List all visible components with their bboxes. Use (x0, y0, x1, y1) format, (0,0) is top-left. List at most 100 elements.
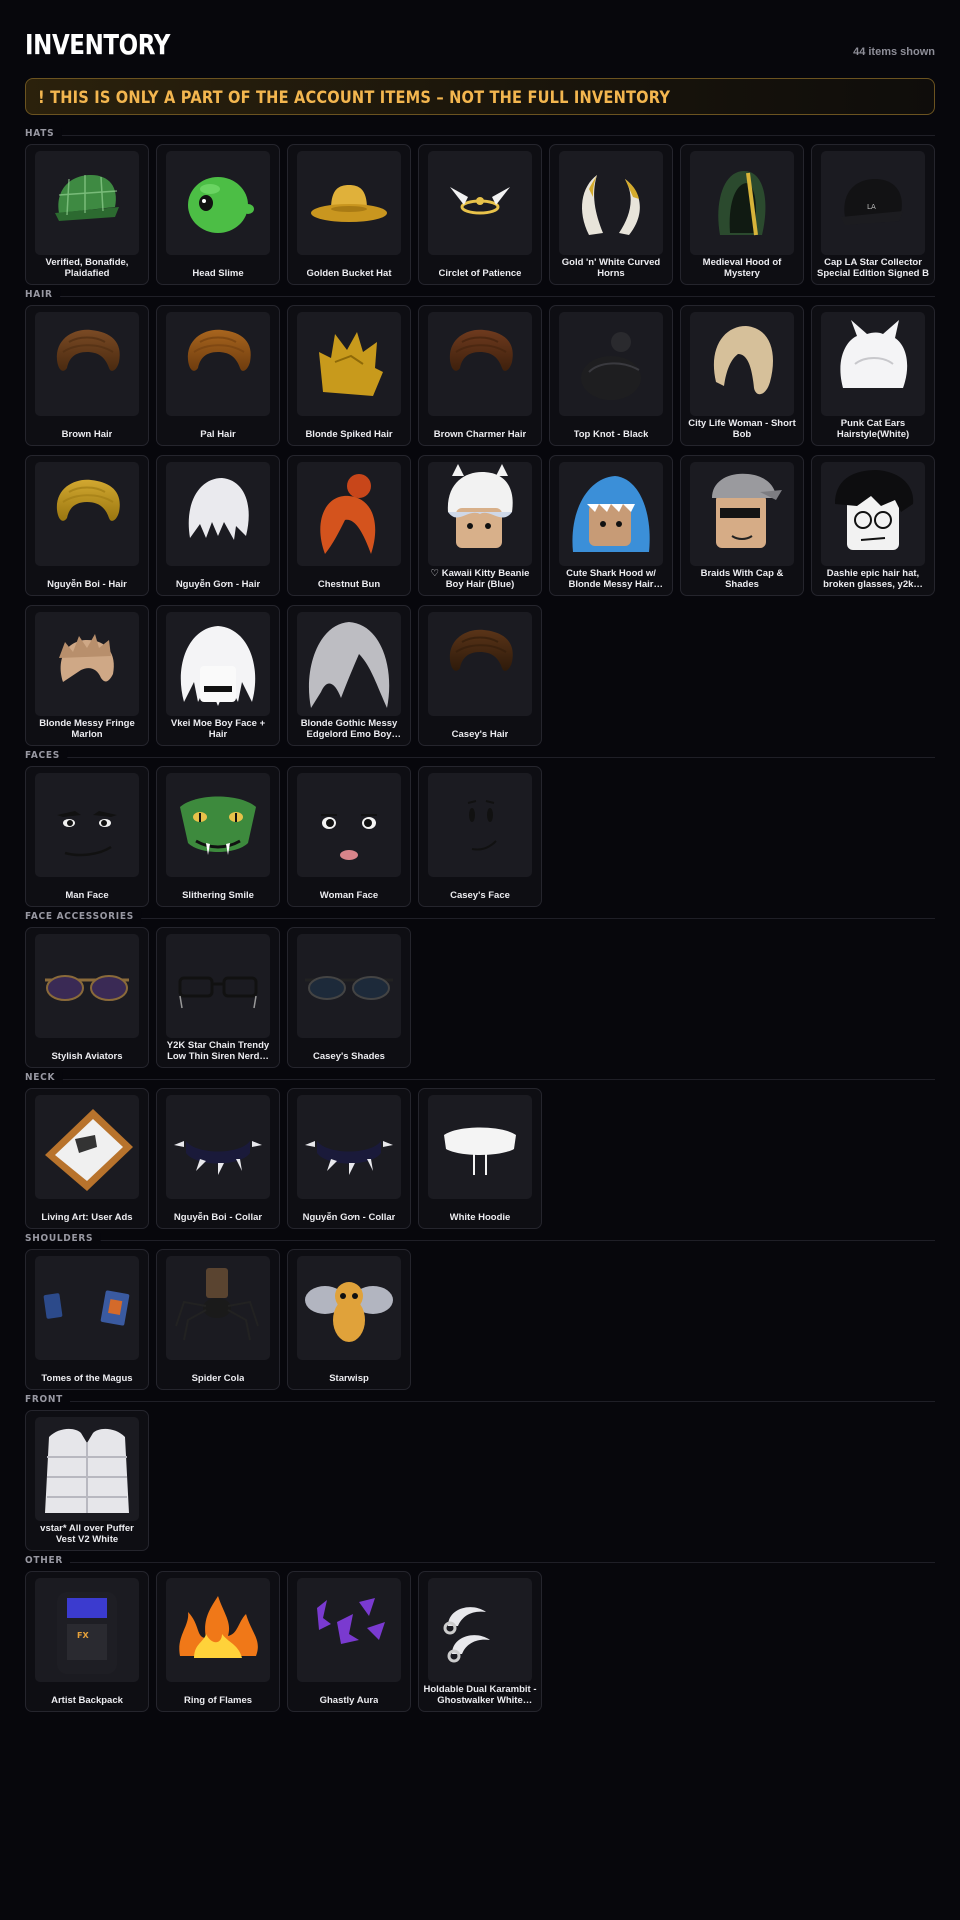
item-name-text: Brown Hair (61, 429, 113, 440)
section-front: FRONT vstar* All over Puffer Vest V2 Whit… (25, 1394, 935, 1560)
item-name: vstar* All over Puffer Vest V2 White (30, 1523, 144, 1545)
item-name: Casey's Hair (423, 718, 537, 740)
hoodie-icon (428, 1095, 532, 1199)
item-card[interactable]: Golden Bucket Hat (287, 144, 411, 285)
glasses-hair-icon (821, 462, 925, 566)
bun-hair-icon (297, 462, 401, 566)
item-name: Tomes of the Magus (30, 1362, 144, 1384)
item-card[interactable]: Man Face (25, 766, 149, 907)
item-card[interactable]: Nguyễn Gơn - Hair (156, 455, 280, 596)
spider-icon (166, 1256, 270, 1360)
item-name-text: Verified, Bonafide, Plaidafied (45, 257, 129, 279)
bob-hair-icon (690, 312, 794, 416)
item-name: Golden Bucket Hat (292, 257, 406, 279)
item-card[interactable]: Gold 'n' White Curved Horns (549, 144, 673, 285)
item-name: Woman Face (292, 879, 406, 901)
section-divider (25, 1240, 935, 1241)
section-divider (25, 1401, 935, 1402)
hood-icon (690, 151, 794, 255)
item-card[interactable]: Punk Cat Ears Hairstyle(White) (811, 305, 935, 446)
fairy-icon (297, 1256, 401, 1360)
item-card[interactable]: Y2K Star Chain Trendy Low Thin Siren Ner… (156, 927, 280, 1068)
item-card[interactable]: Casey's Face (418, 766, 542, 907)
messy-hair-icon (35, 612, 139, 716)
item-card[interactable]: Living Art: User Ads (25, 1088, 149, 1229)
item-card[interactable]: Cute Shark Hood w/ Blonde Messy Hair (Em… (549, 455, 673, 596)
item-card[interactable]: Nguyễn Boi - Collar (156, 1088, 280, 1229)
item-name-text: Golden Bucket Hat (306, 268, 392, 279)
item-name: Ghastly Aura (292, 1684, 406, 1706)
item-name: Casey's Face (423, 879, 537, 901)
item-name-text: Y2K Star Chain Trendy Low Thin Siren Ner… (166, 1040, 270, 1062)
section-header: FACE ACCESSORIES (25, 911, 935, 925)
emo-hair-icon (297, 612, 401, 716)
item-card[interactable]: Ghastly Aura (287, 1571, 411, 1712)
item-card[interactable]: Braids With Cap & Shades (680, 455, 804, 596)
item-card[interactable]: Nguyễn Boi - Hair (25, 455, 149, 596)
item-name: ♡ Kawaii Kitty Beanie Boy Hair (Blue) (423, 568, 537, 590)
item-card[interactable]: Pal Hair (156, 305, 280, 446)
item-name: Circlet of Patience (423, 257, 537, 279)
item-card[interactable]: LA Cap LA Star Collector Special Edition … (811, 144, 935, 285)
section-shoulders: SHOULDERS Tomes of the Magus Spider Cola St… (25, 1233, 935, 1399)
item-card[interactable]: Dashie epic hair hat, broken glasses, y2… (811, 455, 935, 596)
glasses-icon (166, 934, 270, 1038)
item-name-text: Casey's Face (450, 890, 510, 901)
item-card[interactable]: Medieval Hood of Mystery (680, 144, 804, 285)
item-name: Stylish Aviators (30, 1040, 144, 1062)
item-name-text: Starwisp (329, 1373, 369, 1384)
item-card[interactable]: Woman Face (287, 766, 411, 907)
item-card[interactable]: Brown Hair (25, 305, 149, 446)
svg-text:FX: FX (77, 1631, 89, 1640)
item-card[interactable]: Nguyễn Gơn - Collar (287, 1088, 411, 1229)
item-name: Pal Hair (161, 418, 275, 440)
item-name-text: Braids With Cap & Shades (700, 568, 784, 590)
item-name-text: Top Knot - Black (573, 429, 649, 440)
item-card[interactable]: City Life Woman - Short Bob (680, 305, 804, 446)
item-name: Punk Cat Ears Hairstyle(White) (816, 418, 930, 440)
item-card[interactable]: Blonde Gothic Messy Edgelord Emo Boy Hai… (287, 605, 411, 746)
karambit-icon (428, 1578, 532, 1682)
item-name-text: Medieval Hood of Mystery (702, 257, 782, 279)
item-name: Gold 'n' White Curved Horns (554, 257, 668, 279)
item-card[interactable]: Starwisp (287, 1249, 411, 1390)
item-card[interactable]: Tomes of the Magus (25, 1249, 149, 1390)
item-card[interactable]: Vkei Moe Boy Face + Hair (156, 605, 280, 746)
item-card[interactable]: Casey's Shades (287, 927, 411, 1068)
item-card[interactable]: vstar* All over Puffer Vest V2 White (25, 1410, 149, 1551)
item-name: Head Slime (161, 257, 275, 279)
black-cap-icon: LA (821, 151, 925, 255)
item-card[interactable]: Casey's Hair (418, 605, 542, 746)
item-card[interactable]: Top Knot - Black (549, 305, 673, 446)
item-name: Blonde Gothic Messy Edgelord Emo Boy Hai… (292, 718, 406, 740)
item-name-text: Spider Cola (191, 1373, 245, 1384)
item-name-text: Woman Face (319, 890, 379, 901)
item-card[interactable]: Blonde Messy Fringe Marlon (25, 605, 149, 746)
item-name: Vkei Moe Boy Face + Hair (161, 718, 275, 740)
section-faces: FACES Man Face Slithering Smile Woman Face C… (25, 750, 935, 916)
item-card[interactable]: Circlet of Patience (418, 144, 542, 285)
item-card[interactable]: ♡ Kawaii Kitty Beanie Boy Hair (Blue) (418, 455, 542, 596)
item-card[interactable]: Stylish Aviators (25, 927, 149, 1068)
vkei-hair-icon (166, 612, 270, 716)
item-name-text: Casey's Shades (313, 1051, 385, 1062)
item-name-text: Vkei Moe Boy Face + Hair (170, 718, 266, 740)
horns-icon (559, 151, 663, 255)
item-card[interactable]: Head Slime (156, 144, 280, 285)
hair-icon (35, 462, 139, 566)
section-header: OTHER (25, 1555, 935, 1569)
item-name: Blonde Spiked Hair (292, 418, 406, 440)
item-card[interactable]: Holdable Dual Karambit - Ghostwalker Whi… (418, 1571, 542, 1712)
item-card[interactable]: Chestnut Bun (287, 455, 411, 596)
item-card[interactable]: Slithering Smile (156, 766, 280, 907)
item-card[interactable]: Spider Cola (156, 1249, 280, 1390)
item-card[interactable]: Verified, Bonafide, Plaidafied (25, 144, 149, 285)
man-face-icon (35, 773, 139, 877)
item-card[interactable]: FX Artist Backpack (25, 1571, 149, 1712)
item-card[interactable]: Blonde Spiked Hair (287, 305, 411, 446)
item-card[interactable]: Ring of Flames (156, 1571, 280, 1712)
section-header: SHOULDERS (25, 1233, 935, 1247)
item-card[interactable]: Brown Charmer Hair (418, 305, 542, 446)
item-card[interactable]: White Hoodie (418, 1088, 542, 1229)
item-name: Blonde Messy Fringe Marlon (30, 718, 144, 740)
